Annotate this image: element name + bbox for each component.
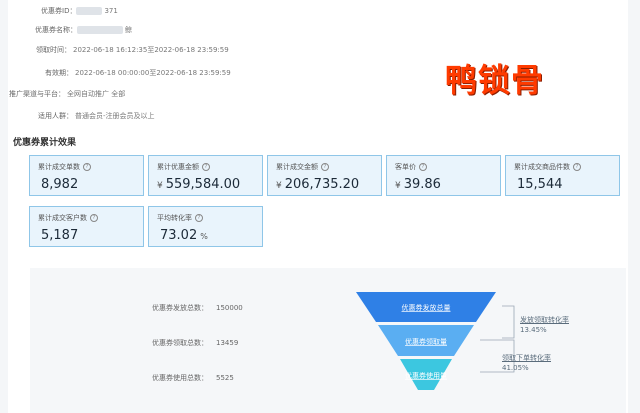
rate-value: 41.05% bbox=[502, 364, 529, 372]
metric-card-conversion: 平均转化率? 73.02% bbox=[148, 206, 263, 247]
audience-value: 普通会员-注册会员及以上 bbox=[75, 112, 155, 120]
metric-card-customers: 累计成交客户数? 5,187 bbox=[29, 206, 144, 247]
metric-value: ¥206,735.20 bbox=[276, 177, 362, 192]
validity-value: 2022-06-18 00:00:00至2022-06-18 23:59:59 bbox=[75, 69, 231, 77]
metric-value-text: 559,584.00 bbox=[165, 177, 241, 192]
metric-value: ¥39.86 bbox=[395, 177, 444, 192]
help-icon[interactable]: ? bbox=[90, 214, 98, 222]
validity-label: 有效期： bbox=[45, 69, 73, 77]
funnel-stage-label-claimed: 优惠券领取量 bbox=[405, 337, 447, 346]
metric-title: 客单价? bbox=[395, 162, 427, 172]
rate-value: 13.45% bbox=[520, 326, 547, 334]
metric-value-text: 206,735.20 bbox=[284, 177, 360, 192]
help-icon[interactable]: ? bbox=[83, 163, 91, 171]
claim-time-label: 领取时间： bbox=[36, 46, 71, 54]
funnel-chart: 优惠券发放总量 优惠券领取量 优惠券使用量 bbox=[356, 292, 515, 390]
metric-value-text: 8,982 bbox=[41, 177, 79, 192]
metric-title: 累计优惠金额? bbox=[157, 162, 210, 172]
metric-title: 累计成交客户数? bbox=[38, 213, 98, 223]
audience-row: 适用人群： 普通会员-注册会员及以上 bbox=[38, 111, 155, 121]
metric-title: 累计成交单数? bbox=[38, 162, 91, 172]
metric-card-items: 累计成交商品件数? 15,544 bbox=[505, 155, 620, 196]
metric-value-text: 5,187 bbox=[41, 228, 79, 243]
coupon-name-value: 鲸 bbox=[125, 26, 132, 34]
metric-card-avg-price: 客单价? ¥39.86 bbox=[386, 155, 501, 196]
help-icon[interactable]: ? bbox=[321, 163, 329, 171]
metric-value: 8,982 bbox=[38, 177, 81, 192]
metric-title-text: 累计成交商品件数 bbox=[514, 163, 570, 171]
currency-unit: ¥ bbox=[157, 181, 163, 191]
metric-title-text: 累计成交单数 bbox=[38, 163, 80, 171]
section-title: 优惠券累计效果 bbox=[13, 138, 77, 148]
metric-value: 15,544 bbox=[514, 177, 566, 192]
channel-row: 推广渠道与平台： 全网自动推广 全部 bbox=[9, 89, 125, 99]
metric-value: ¥559,584.00 bbox=[157, 177, 243, 192]
coupon-detail-page: 优惠券ID： 371 优惠券名称： 鲸 领取时间： 2022-06-18 16:12:… bbox=[8, 0, 628, 413]
metric-value: 5,187 bbox=[38, 228, 81, 243]
funnel-stage-label-issued: 优惠券发放总量 bbox=[402, 303, 451, 312]
help-icon[interactable]: ? bbox=[202, 163, 210, 171]
rate-label: 领取下单转化率 bbox=[502, 354, 551, 362]
metric-card-orders: 累计成交单数? 8,982 bbox=[29, 155, 144, 196]
metric-card-discount: 累计优惠金额? ¥559,584.00 bbox=[148, 155, 263, 196]
metric-card-sales: 累计成交金额? ¥206,735.20 bbox=[267, 155, 382, 196]
metric-title-text: 客单价 bbox=[395, 163, 416, 171]
channel-label: 推广渠道与平台： bbox=[9, 90, 65, 98]
currency-unit: ¥ bbox=[276, 181, 282, 191]
rate-use: 领取下单转化率 41.05% bbox=[502, 353, 551, 373]
help-icon[interactable]: ? bbox=[419, 163, 427, 171]
metric-value-text: 15,544 bbox=[517, 177, 563, 192]
metric-value: 73.02% bbox=[157, 228, 208, 243]
metric-title-text: 累计成交金额 bbox=[276, 163, 318, 171]
claim-time-value: 2022-06-18 16:12:35至2022-06-18 23:59:59 bbox=[73, 46, 229, 54]
metric-title: 累计成交金额? bbox=[276, 162, 329, 172]
metric-value-text: 39.86 bbox=[403, 177, 441, 192]
metric-title: 累计成交商品件数? bbox=[514, 162, 581, 172]
metric-title-text: 累计优惠金额 bbox=[157, 163, 199, 171]
claim-time-row: 领取时间： 2022-06-18 16:12:35至2022-06-18 23:5… bbox=[36, 45, 229, 55]
currency-unit: ¥ bbox=[395, 181, 401, 191]
coupon-id-row: 优惠券ID： 371 bbox=[41, 6, 118, 16]
bracket-line-1 bbox=[502, 305, 515, 339]
watermark-text: 鸭锁骨 bbox=[445, 61, 545, 99]
coupon-name-label: 优惠券名称： bbox=[35, 26, 77, 34]
metric-title-text: 平均转化率 bbox=[157, 214, 192, 222]
coupon-id-value: 371 bbox=[104, 7, 118, 15]
funnel-stage-label-used: 优惠券使用量 bbox=[405, 371, 447, 380]
metric-value-text: 73.02 bbox=[160, 228, 198, 243]
metric-title: 平均转化率? bbox=[157, 213, 203, 223]
rate-claim: 发放领取转化率 13.45% bbox=[520, 315, 569, 335]
audience-label: 适用人群： bbox=[38, 112, 73, 120]
help-icon[interactable]: ? bbox=[195, 214, 203, 222]
metric-suffix: % bbox=[200, 232, 208, 241]
metric-title-text: 累计成交客户数 bbox=[38, 214, 87, 222]
coupon-id-label: 优惠券ID： bbox=[41, 7, 77, 15]
funnel-panel: 优惠券发放总数： 150000 优惠券领取总数： 13459 优惠券使用总数： 552… bbox=[30, 268, 626, 413]
validity-row: 有效期： 2022-06-18 00:00:00至2022-06-18 23:59… bbox=[45, 68, 231, 78]
redacted-block bbox=[77, 26, 123, 34]
redacted-block bbox=[76, 7, 103, 15]
channel-value: 全网自动推广 全部 bbox=[67, 90, 126, 98]
coupon-name-row: 优惠券名称： 鲸 bbox=[35, 25, 132, 35]
help-icon[interactable]: ? bbox=[573, 163, 581, 171]
rate-label: 发放领取转化率 bbox=[520, 316, 569, 324]
